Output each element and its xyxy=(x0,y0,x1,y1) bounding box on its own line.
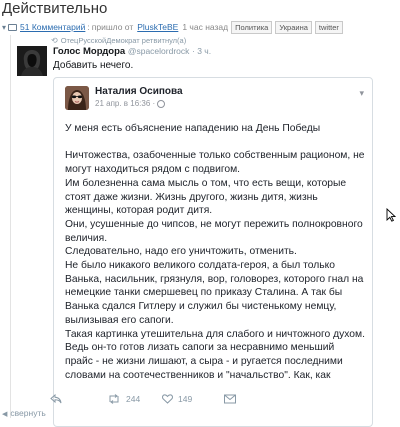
avatar[interactable] xyxy=(17,46,47,76)
chevron-down-icon[interactable]: ▾ xyxy=(359,88,364,99)
quoted-paragraph: Не было никакого великого солдата-героя,… xyxy=(65,260,364,326)
post-title: Действительно xyxy=(2,0,108,17)
quoted-paragraph: Они, усушенные до чипсов, не могут переж… xyxy=(65,218,363,244)
post-meta: ▾ 51 Комментарий : пришло от PluskTeBE 1… xyxy=(2,20,343,34)
arrow-up-icon: ◀ xyxy=(2,411,8,418)
quoted-paragraph: Такая картинка утешительна для слабого и… xyxy=(65,328,365,340)
quoted-date: 21 апр. в 16:36 · xyxy=(95,99,166,108)
author-link[interactable]: PluskTeBE xyxy=(137,22,178,32)
tag-politics[interactable]: Политика xyxy=(231,20,273,34)
caret-down-icon[interactable]: ▾ xyxy=(2,23,6,32)
posted-label: пришло от xyxy=(91,22,134,32)
envelope-icon xyxy=(224,394,236,404)
comments-link[interactable]: 51 Комментарий xyxy=(20,22,85,32)
retweet-count: 244 xyxy=(126,394,141,404)
quoted-paragraph: Ничтожества, озабоченные только собствен… xyxy=(65,150,365,176)
tweet-time[interactable]: · 3 ч. xyxy=(192,46,211,56)
tweet-card: ⟲ ОтецРусскойДемократ ретвитнул(а) Голос … xyxy=(10,35,395,427)
mouse-cursor-icon xyxy=(386,207,397,227)
tag-ukraine[interactable]: Украина xyxy=(275,20,312,34)
like-count: 149 xyxy=(178,394,193,404)
retweet-icon: ⟲ xyxy=(51,36,58,45)
retweet-button[interactable]: 244 xyxy=(107,394,140,404)
tweet-author-name[interactable]: Голос Мордора xyxy=(53,46,125,57)
quoted-text: У меня есть объяснение нападению на День… xyxy=(65,122,365,382)
reply-button[interactable] xyxy=(50,394,62,404)
comment-icon xyxy=(8,23,18,31)
tweet-header: Голос Мордора @spacelordrock · 3 ч. xyxy=(53,46,211,57)
globe-icon xyxy=(157,99,166,108)
quoted-lead: У меня есть объяснение нападению на День… xyxy=(65,123,321,134)
tweet-text: Добавить нечего. xyxy=(53,60,134,71)
heart-icon xyxy=(162,394,173,404)
profile-photo-icon xyxy=(65,86,89,110)
like-button[interactable]: 149 xyxy=(162,394,192,404)
collapse-link[interactable]: ◀ свернуть xyxy=(2,408,46,418)
quoted-post[interactable]: Наталия Осипова 21 апр. в 16:36 · ▾ У ме… xyxy=(53,77,373,427)
hooded-figure-icon xyxy=(17,46,47,76)
tag-twitter[interactable]: twitter xyxy=(314,20,343,34)
tweet-actions: 244 149 ◀ свернуть xyxy=(0,394,400,418)
quoted-paragraph: Следовательно, надо его уничтожить, отме… xyxy=(65,246,297,258)
quoted-paragraph: Ведь он-то готов лизать сапоги за несрав… xyxy=(65,342,343,381)
retweet-icon xyxy=(109,394,119,404)
reply-icon xyxy=(50,394,62,404)
quoted-avatar[interactable] xyxy=(65,86,89,110)
quoted-author-name[interactable]: Наталия Осипова xyxy=(95,86,183,97)
retweet-line: ⟲ ОтецРусскойДемократ ретвитнул(а) xyxy=(51,36,187,45)
post-age: 1 час назад xyxy=(182,22,229,32)
tweet-author-handle[interactable]: @spacelordrock xyxy=(128,46,190,56)
direct-message-button[interactable] xyxy=(224,394,236,404)
quoted-paragraph: Им болезненна сама мысль о том, что есть… xyxy=(65,177,347,217)
